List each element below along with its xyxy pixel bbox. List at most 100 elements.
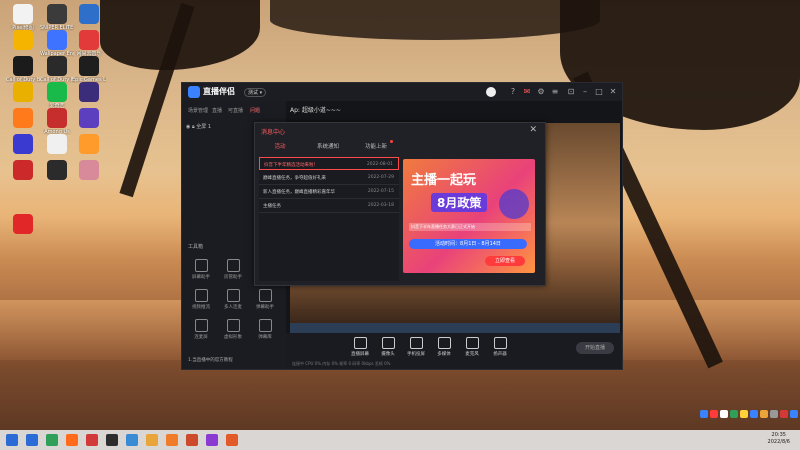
desktop-icon[interactable]: SNIPER ELITE 5 bbox=[40, 4, 74, 31]
desktop-icon[interactable]: Call of Duty Modern W.. bbox=[40, 56, 74, 83]
desktop-icon[interactable]: Pixel修图 bbox=[6, 4, 40, 31]
desktop-icon[interactable] bbox=[40, 160, 74, 181]
desktop-icon[interactable] bbox=[72, 160, 106, 181]
close-icon[interactable]: ✕ bbox=[608, 87, 618, 97]
tray-icon[interactable] bbox=[720, 410, 728, 418]
settings-icon[interactable]: ⚙ bbox=[536, 87, 546, 97]
scene-tabs[interactable]: Ap: 超级小道~~~ bbox=[290, 105, 341, 114]
desktop-icon[interactable]: Among Us bbox=[40, 108, 74, 135]
tray-icon[interactable] bbox=[760, 410, 768, 418]
source-icon bbox=[465, 337, 479, 349]
tab-activity[interactable]: 活动 bbox=[255, 142, 305, 150]
banner-note: 抖音下半年直播任务大赛已正式开始 bbox=[409, 223, 531, 231]
tray-icon[interactable] bbox=[710, 410, 718, 418]
message-date: 2022-08-01 bbox=[366, 162, 393, 167]
tray-icon[interactable] bbox=[780, 410, 788, 418]
desktop-icon[interactable] bbox=[72, 134, 106, 155]
help-icon[interactable]: ? bbox=[508, 87, 518, 97]
taskbar-app-icon[interactable] bbox=[146, 434, 158, 446]
source-button[interactable]: 多媒体 bbox=[430, 337, 458, 357]
version-badge[interactable]: 测试 ▾ bbox=[244, 88, 267, 97]
tray-icon[interactable] bbox=[730, 410, 738, 418]
message-center-dialog: 消息中心 ✕ 活动 系统通知 功能上新 抖音下半年精选活动来啦！ 2022-08-… bbox=[254, 122, 546, 286]
tab-live[interactable]: 直播 bbox=[212, 107, 222, 114]
avatar[interactable] bbox=[486, 87, 496, 97]
taskbar-app-icon[interactable] bbox=[186, 434, 198, 446]
eye-icon[interactable]: ◉ bbox=[186, 124, 190, 130]
view-now-button[interactable]: 立即查看 bbox=[485, 256, 525, 266]
desktop-icon[interactable]: 爱奇艺 bbox=[40, 82, 74, 109]
scene-item[interactable]: ◉ 🔒︎ 全屏 1 bbox=[186, 123, 211, 130]
lock-icon[interactable]: 🔒︎ bbox=[192, 124, 195, 130]
taskbar-app-icon[interactable] bbox=[86, 434, 98, 446]
taskbar-app-icon[interactable] bbox=[206, 434, 218, 446]
taskbar-app-icon[interactable] bbox=[26, 434, 38, 446]
mail-icon[interactable]: ✉ bbox=[522, 87, 532, 97]
tray-icon[interactable] bbox=[790, 410, 798, 418]
message-row[interactable]: 抖音下半年精选活动来啦！ 2022-08-01 bbox=[259, 157, 399, 170]
tab-issues[interactable]: 问题 bbox=[250, 107, 260, 114]
message-row[interactable]: 新人直播任务，巅峰直播精彩嘉年华 2022-07-15 bbox=[259, 185, 399, 199]
desktop-icon[interactable]: Call of Duty Black Ops bbox=[6, 56, 40, 83]
tab-new-features[interactable]: 功能上新 bbox=[351, 142, 401, 150]
banner-decoration bbox=[499, 189, 529, 219]
source-button[interactable]: 摄像头 bbox=[374, 337, 402, 357]
taskbar-app-icon[interactable] bbox=[166, 434, 178, 446]
taskbar-app-icon[interactable] bbox=[46, 434, 58, 446]
maximize-icon[interactable]: □ bbox=[594, 87, 604, 97]
menu-icon[interactable]: ≡ bbox=[550, 87, 560, 97]
tray-icon[interactable] bbox=[750, 410, 758, 418]
desktop-icon[interactable] bbox=[6, 30, 40, 51]
desktop-icon[interactable] bbox=[40, 134, 74, 155]
desktop-icon[interactable] bbox=[6, 82, 40, 103]
windows-start-icon[interactable] bbox=[6, 434, 18, 446]
desktop-icon[interactable] bbox=[6, 108, 40, 129]
pin-icon[interactable]: ⊡ bbox=[566, 87, 576, 97]
tab-scene-manage[interactable]: 场景管理 bbox=[188, 107, 208, 114]
tray-icon[interactable] bbox=[740, 410, 748, 418]
desktop-icon[interactable] bbox=[72, 108, 106, 129]
tool-label: 房管助手 bbox=[224, 275, 242, 280]
start-live-button[interactable]: 开始直播 bbox=[576, 342, 614, 354]
minimize-icon[interactable]: – bbox=[580, 87, 590, 97]
desktop-icon[interactable] bbox=[6, 134, 40, 155]
desktop-icon[interactable] bbox=[72, 4, 106, 25]
tool-icon bbox=[194, 259, 208, 272]
taskbar-app-icon[interactable] bbox=[226, 434, 238, 446]
message-row[interactable]: 巅峰直播任务，争夺超值好礼来 2022-07-29 bbox=[259, 171, 399, 185]
tray-icon[interactable] bbox=[700, 410, 708, 418]
desktop-icon[interactable] bbox=[6, 214, 40, 235]
desktop-icon[interactable] bbox=[6, 160, 40, 181]
tool-item[interactable]: 虚拟形象 bbox=[218, 319, 248, 340]
source-button[interactable]: 手机投屏 bbox=[402, 337, 430, 357]
tool-item[interactable]: 视频推流 bbox=[186, 289, 216, 310]
promo-banner[interactable]: 主播一起玩 8月政策 抖音下半年直播任务大赛已正式开始 活动时间：8月1日 - … bbox=[403, 159, 535, 273]
source-icon bbox=[353, 337, 367, 349]
tool-item[interactable]: 多人连麦 bbox=[218, 289, 248, 310]
desktop-icon[interactable] bbox=[72, 82, 106, 103]
tab-system-notice[interactable]: 系统通知 bbox=[303, 142, 353, 150]
desktop-icon[interactable]: Epic Games Launcher bbox=[72, 56, 106, 83]
tool-item[interactable]: 屏幕助手 bbox=[186, 259, 216, 280]
tool-item[interactable]: 房管助手 bbox=[218, 259, 248, 280]
tab-can-live[interactable]: 可直播 bbox=[228, 107, 243, 114]
tool-item[interactable]: 弹幕助手 bbox=[250, 289, 280, 310]
source-button[interactable]: 扬声器 bbox=[486, 337, 514, 357]
app-icon bbox=[47, 82, 67, 102]
taskbar-app-icon[interactable] bbox=[66, 434, 78, 446]
taskbar-app-icon[interactable] bbox=[126, 434, 138, 446]
tray-icon[interactable] bbox=[770, 410, 778, 418]
tutorial-link[interactable]: 1.当直播中的官方教程 bbox=[188, 357, 233, 363]
desktop-icon[interactable]: Wallpaper Engine bbox=[40, 30, 74, 57]
taskbar-app-icon[interactable] bbox=[106, 434, 118, 446]
desktop-icon[interactable]: 网易云音乐 bbox=[72, 30, 106, 57]
app-icon bbox=[79, 56, 99, 76]
clock[interactable]: 20:35 2022/8/6 bbox=[768, 432, 790, 446]
dialog-close-icon[interactable]: ✕ bbox=[529, 125, 537, 135]
tool-item[interactable]: 弹幕库 bbox=[250, 319, 280, 340]
message-row[interactable]: 主播任务 2022-03-18 bbox=[259, 199, 399, 213]
source-button[interactable]: 麦克风 bbox=[458, 337, 486, 357]
source-button[interactable]: 直播屏幕 bbox=[346, 337, 374, 357]
tool-item[interactable]: 连麦屏 bbox=[186, 319, 216, 340]
app-icon bbox=[47, 134, 67, 154]
